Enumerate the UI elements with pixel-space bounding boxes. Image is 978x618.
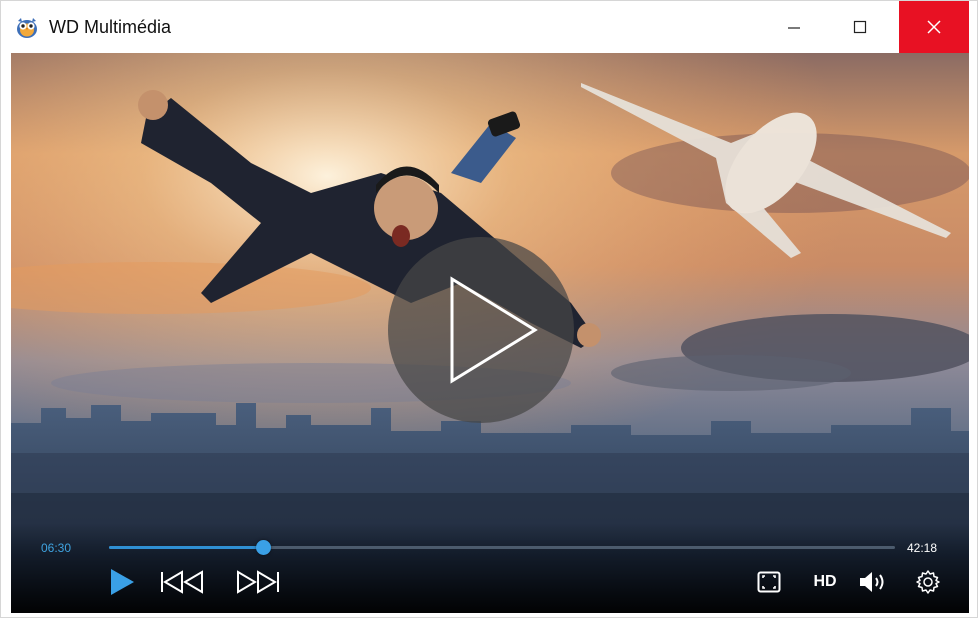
app-window: WD Multimédia 06:30 42:18 HD: [0, 0, 978, 618]
next-button[interactable]: [233, 567, 283, 597]
next-icon: [237, 570, 279, 594]
volume-icon: [860, 572, 884, 592]
quality-label: HD: [813, 573, 837, 590]
close-icon: [927, 20, 941, 34]
seek-bar-thumb[interactable]: [256, 540, 272, 555]
fullscreen-icon: [757, 571, 781, 593]
title-bar[interactable]: WD Multimédia: [1, 1, 977, 53]
minimize-icon: [788, 27, 800, 29]
play-icon: [450, 276, 538, 384]
video-viewport[interactable]: 06:30 42:18 HD: [11, 53, 969, 613]
previous-icon: [161, 570, 203, 594]
seek-bar[interactable]: [109, 546, 895, 549]
center-play-button[interactable]: [388, 237, 574, 423]
fullscreen-button[interactable]: [754, 567, 784, 597]
quality-button[interactable]: HD: [808, 567, 842, 597]
current-time: 06:30: [41, 541, 72, 555]
maximize-button[interactable]: [833, 1, 887, 53]
close-button[interactable]: [899, 1, 969, 53]
seek-bar-progress: [109, 546, 264, 549]
play-button[interactable]: [107, 567, 137, 597]
minimize-button[interactable]: [767, 1, 821, 53]
settings-button[interactable]: [913, 567, 943, 597]
volume-button[interactable]: [857, 567, 891, 597]
window-title: WD Multimédia: [49, 17, 172, 37]
owl-app-icon: [15, 15, 39, 39]
maximize-icon: [853, 20, 867, 34]
previous-button[interactable]: [159, 567, 209, 597]
total-time: 42:18: [907, 541, 938, 555]
settings-icon: [916, 570, 940, 594]
play-icon: [111, 569, 134, 595]
